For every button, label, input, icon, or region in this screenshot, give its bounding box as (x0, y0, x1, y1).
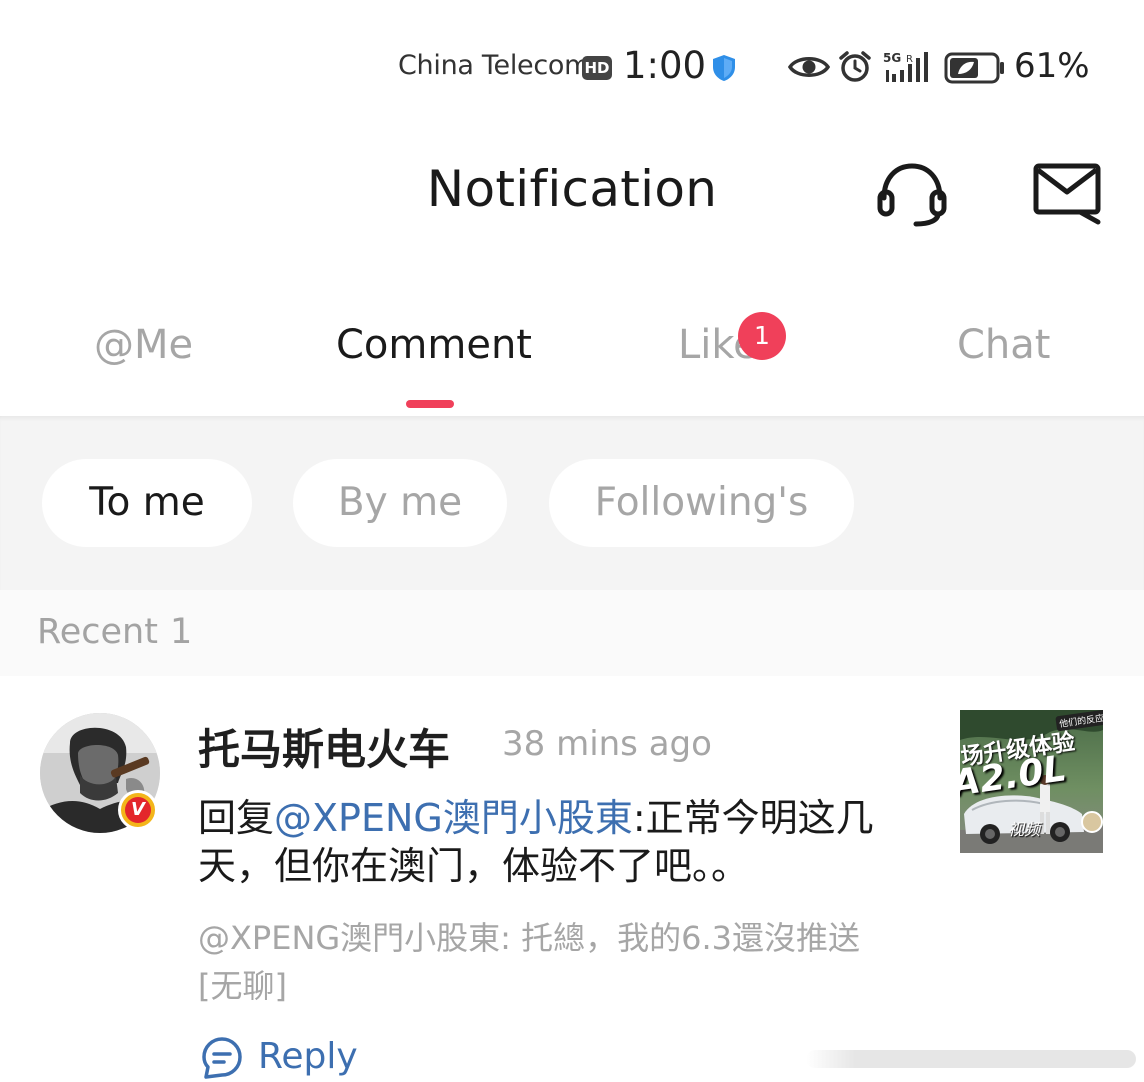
verified-badge: V (118, 790, 158, 830)
notification-tabs: @Me Comment Like Chat (0, 300, 1144, 416)
recent-count: 1 (170, 612, 193, 652)
recent-section-header: Recent 1 (0, 590, 1144, 676)
tab-chat[interactable]: Chat (957, 322, 1050, 368)
battery-icon (944, 52, 1004, 84)
reply-icon (202, 1037, 242, 1079)
filter-to-me[interactable]: To me (42, 459, 252, 547)
headset-icon (877, 163, 947, 227)
hd-badge: HD (582, 56, 612, 80)
tab-at-me[interactable]: @Me (94, 322, 193, 368)
alarm-icon (839, 51, 871, 82)
page-title: Notification (426, 160, 718, 218)
clock: 1:00 (623, 44, 707, 87)
messages-button[interactable] (1032, 160, 1104, 226)
tab-comment[interactable]: Comment (336, 322, 532, 368)
shield-icon (713, 55, 735, 81)
like-unread-badge: 1 (738, 312, 786, 360)
comment-body: 回复@XPENG澳門小股東:正常今明这几天，但你在澳门，体验不了吧。。 (198, 794, 898, 890)
home-indicator (806, 1050, 1136, 1068)
reply-label: Reply (258, 1036, 358, 1077)
active-tab-indicator (406, 400, 454, 408)
comment-reply-prefix: 回复 (198, 796, 275, 840)
customer-service-button[interactable] (876, 158, 948, 230)
recent-label: Recent (37, 612, 158, 652)
svg-text:R: R (906, 54, 913, 65)
thumbnail-signature: 视频 (1008, 820, 1041, 839)
quoted-comment[interactable]: @XPENG澳門小股東: 托總，我的6.3還沒推送[无聊] (198, 914, 898, 1010)
comment-username[interactable]: 托马斯电火车 (198, 716, 450, 777)
network-type-label: 5G (883, 51, 901, 65)
post-thumbnail[interactable]: 他们的反应是? 场升级体验 A2.0L 视频 (960, 710, 1103, 853)
status-bar: China Telecom HD 1:00 5G R 61% (0, 0, 1144, 120)
eye-icon (788, 57, 830, 77)
comment-mention-link[interactable]: @XPENG澳門小股東 (274, 796, 633, 840)
mail-icon (1033, 163, 1101, 225)
filter-bar: To me By me Following's (0, 416, 1144, 590)
filter-by-me[interactable]: By me (293, 459, 507, 547)
filter-followings[interactable]: Following's (549, 459, 854, 547)
comment-timestamp: 38 mins ago (502, 724, 712, 764)
carrier-label: China Telecom (398, 50, 591, 81)
battery-percent: 61% (1014, 46, 1090, 86)
signal-icon: 5G R (883, 51, 928, 82)
verified-v-icon: V (125, 797, 151, 823)
